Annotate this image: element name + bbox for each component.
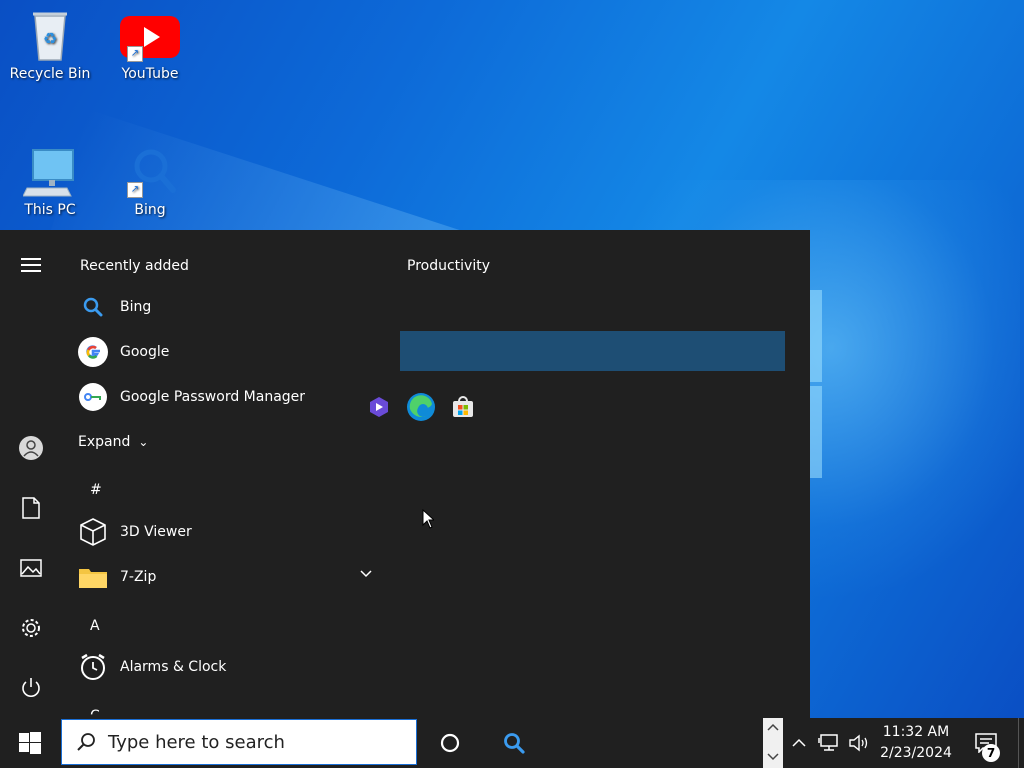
app-list: Recently added Bing Google Google Passwo… <box>62 230 382 718</box>
app-label: Google Password Manager <box>120 389 306 405</box>
show-hidden-icons-chevron-up-icon[interactable] <box>788 718 810 768</box>
youtube-icon: ↗ <box>120 8 180 62</box>
taskbar: Type here to search 11:32 AM 2/23/2024 7 <box>0 718 1024 768</box>
list-item-bing[interactable]: Bing <box>78 289 378 325</box>
chevron-down-icon: ⌄ <box>138 435 149 449</box>
desktop-icon-bing[interactable]: ↗ Bing <box>106 144 194 218</box>
taskbar-bing-icon[interactable] <box>490 718 538 768</box>
svg-text:♻: ♻ <box>43 29 57 48</box>
start-menu-rail <box>0 230 62 718</box>
shortcut-arrow-icon: ↗ <box>127 182 143 198</box>
cube-icon <box>78 517 108 547</box>
desktop-icon-recycle-bin[interactable]: ♻ Recycle Bin <box>6 8 94 82</box>
expand-label: Expand <box>78 434 131 450</box>
power-icon[interactable] <box>16 673 46 703</box>
desktop-icon-this-pc[interactable]: This PC <box>6 144 94 218</box>
wallpaper-window-pane <box>810 386 822 478</box>
list-item-3d-viewer[interactable]: 3D Viewer <box>78 514 378 550</box>
clock-date: 2/23/2024 <box>880 745 952 761</box>
volume-icon[interactable] <box>846 718 872 768</box>
app-label: 3D Viewer <box>120 524 192 540</box>
mouse-cursor <box>422 508 436 533</box>
desktop-icon-label: This PC <box>24 202 76 218</box>
desktop-icon-label: YouTube <box>121 66 179 82</box>
taskbar-search-box[interactable]: Type here to search <box>61 719 417 765</box>
bing-search-icon <box>78 292 108 322</box>
clock-time: 11:32 AM <box>882 724 950 740</box>
start-button[interactable] <box>0 718 60 768</box>
search-icon <box>76 732 96 752</box>
taskbar-scrollbar[interactable] <box>763 718 783 768</box>
network-icon[interactable] <box>816 718 842 768</box>
app-label: Bing <box>120 299 152 315</box>
desktop-icon-label: Recycle Bin <box>9 66 91 82</box>
edge-icon[interactable] <box>406 392 436 422</box>
group-letter[interactable]: A <box>90 618 100 634</box>
recycle-bin-icon: ♻ <box>23 8 77 62</box>
document-icon[interactable] <box>16 493 46 523</box>
wallpaper-window-pane <box>810 290 822 382</box>
desktop-icon-youtube[interactable]: ↗ YouTube <box>106 8 194 82</box>
computer-icon <box>22 144 77 198</box>
productivity-tile[interactable] <box>400 331 785 371</box>
cortana-button[interactable] <box>426 718 474 768</box>
chevron-down-icon[interactable] <box>360 567 372 581</box>
group-letter[interactable]: C <box>90 708 100 714</box>
list-item-7-zip[interactable]: 7-Zip <box>78 559 378 595</box>
user-icon[interactable] <box>16 433 46 463</box>
list-item-google-password-manager[interactable]: Google Password Manager <box>78 379 378 415</box>
shortcut-arrow-icon: ↗ <box>127 46 143 62</box>
list-item-alarms-clock[interactable]: Alarms & Clock <box>78 649 378 685</box>
list-item-google[interactable]: Google <box>78 334 378 370</box>
notification-count-badge: 7 <box>982 744 1000 762</box>
app-label: Google <box>120 344 170 360</box>
app-label: Alarms & Clock <box>120 659 227 675</box>
recently-added-heading: Recently added <box>80 258 189 274</box>
tiles-area: Productivity <box>370 230 810 718</box>
productivity-heading: Productivity <box>407 258 490 274</box>
windows-logo-icon <box>19 732 41 754</box>
folder-icon <box>78 562 108 592</box>
group-letter[interactable]: # <box>90 482 102 498</box>
pictures-icon[interactable] <box>16 553 46 583</box>
show-desktop-button[interactable] <box>1018 718 1024 768</box>
app-label: 7-Zip <box>120 569 157 585</box>
google-icon <box>78 337 108 367</box>
start-menu: Recently added Bing Google Google Passwo… <box>0 230 810 718</box>
search-placeholder: Type here to search <box>108 731 285 753</box>
alarm-clock-icon <box>78 652 108 682</box>
settings-icon[interactable] <box>16 613 46 643</box>
bing-search-icon: ↗ <box>123 144 177 198</box>
expand-button[interactable]: Expand ⌄ <box>78 424 178 460</box>
password-manager-icon <box>78 382 108 412</box>
app-icon-small[interactable] <box>364 392 394 422</box>
store-icon[interactable] <box>448 392 478 422</box>
taskbar-clock[interactable]: 11:32 AM 2/23/2024 <box>876 722 956 764</box>
desktop-icon-label: Bing <box>134 202 166 218</box>
hamburger-menu-icon[interactable] <box>16 250 46 280</box>
